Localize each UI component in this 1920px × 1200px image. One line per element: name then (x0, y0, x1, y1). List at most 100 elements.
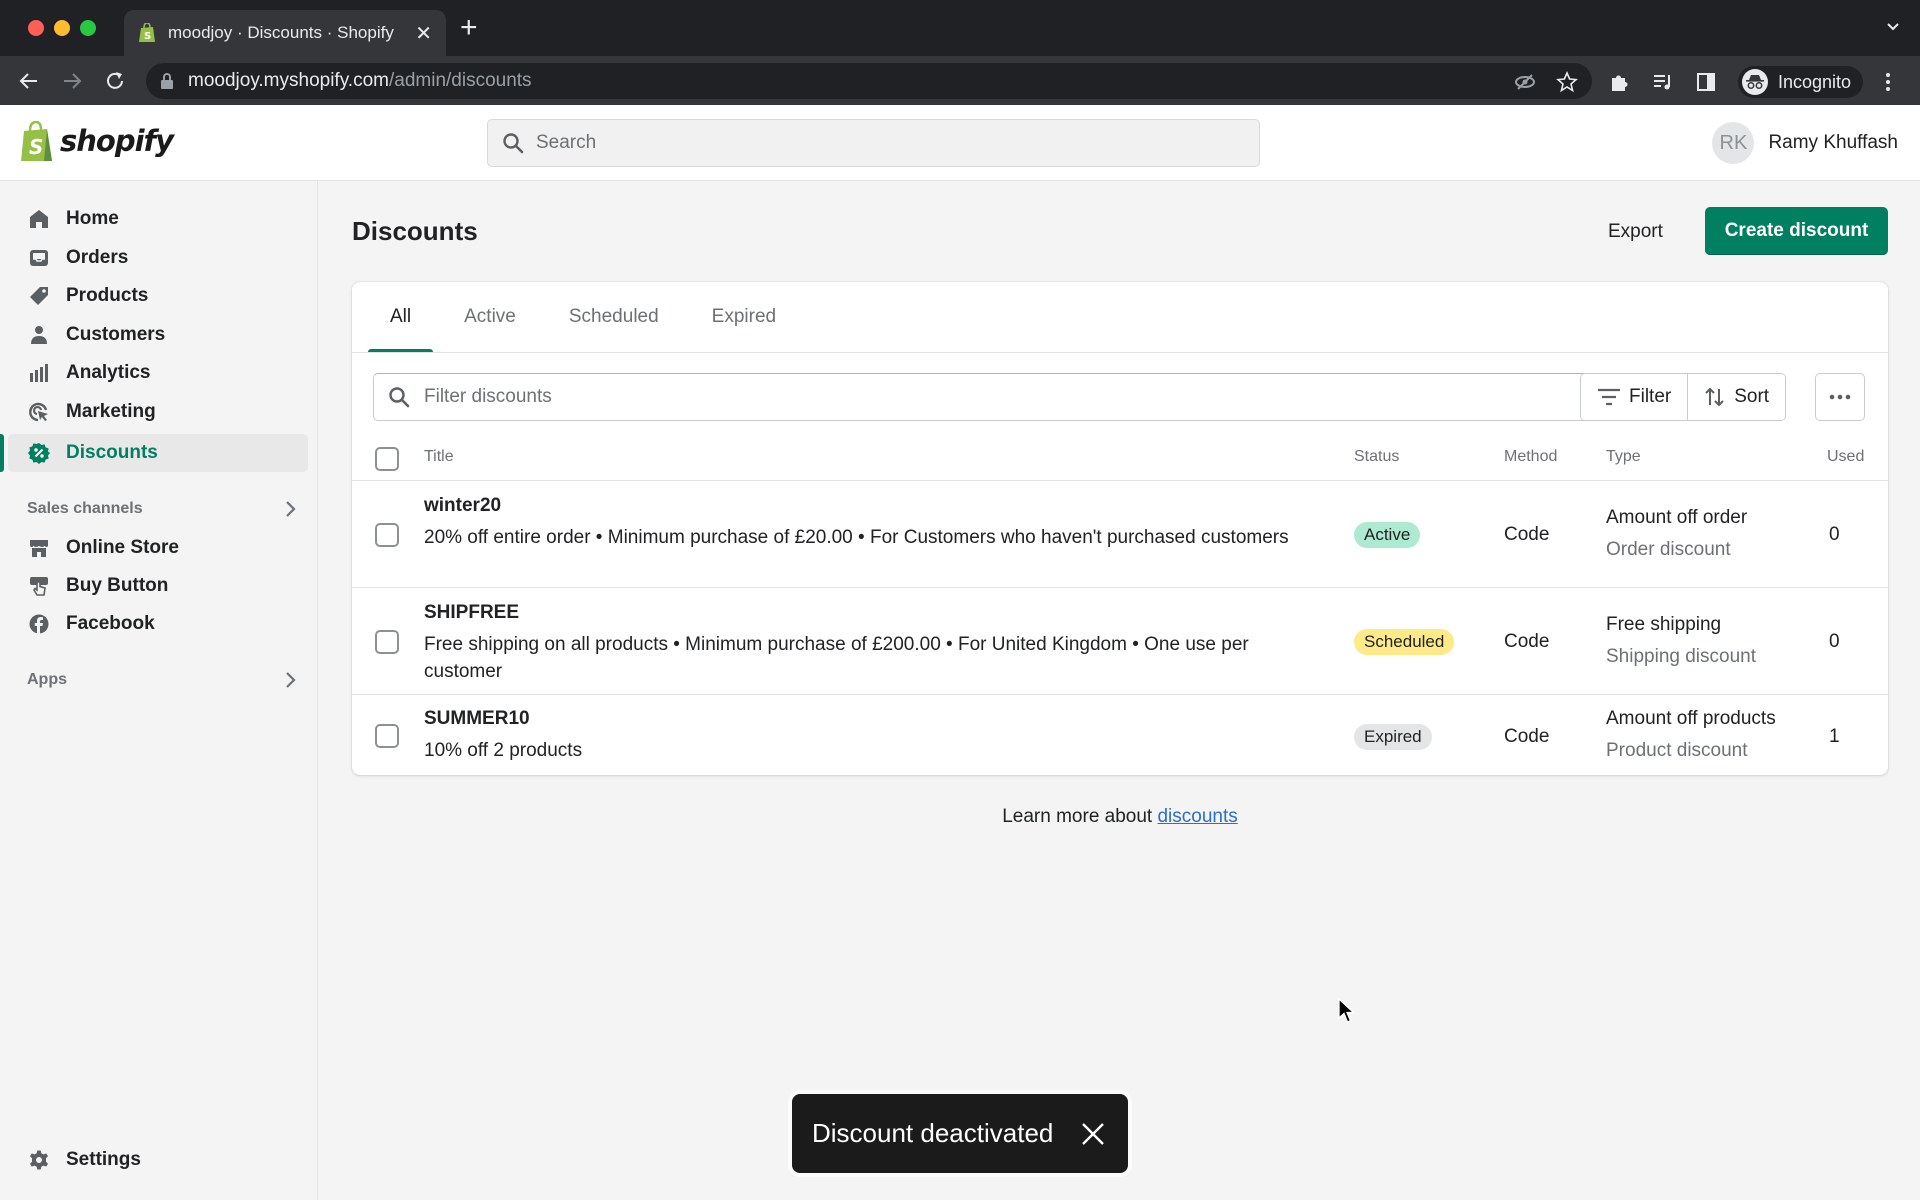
toast-close-button[interactable] (1068, 1109, 1118, 1159)
window-maximize-button[interactable] (80, 20, 96, 36)
sidebar-item-facebook[interactable]: Facebook (8, 605, 308, 643)
sort-label: Sort (1734, 386, 1770, 407)
sales-channels-header[interactable]: Sales channels (27, 500, 297, 518)
url-path: /admin/discounts (388, 70, 532, 91)
window-minimize-button[interactable] (54, 20, 70, 36)
horizontal-dots-icon (1829, 394, 1851, 400)
selected-indicator (0, 434, 4, 472)
sidebar-item-marketing[interactable]: Marketing (8, 393, 308, 431)
row-checkbox[interactable] (375, 724, 399, 748)
create-discount-button[interactable]: Create discount (1705, 207, 1888, 255)
tab-active[interactable]: Active (442, 282, 538, 352)
select-all-checkbox[interactable] (375, 447, 399, 471)
url-host: moodjoy.myshopify.com (188, 70, 389, 91)
tab-scheduled[interactable]: Scheduled (547, 282, 681, 352)
row-checkbox[interactable] (375, 523, 399, 547)
kebab-menu-icon[interactable] (1885, 71, 1891, 93)
lock-icon (161, 73, 173, 89)
new-tab-button[interactable]: + (460, 13, 478, 43)
sidebar-item-label: Buy Button (66, 575, 169, 596)
table-row[interactable]: winter20 20% off entire order • Minimum … (352, 481, 1888, 587)
sidebar-item-products[interactable]: Products (8, 277, 308, 315)
close-tab-icon[interactable]: ✕ (415, 21, 432, 46)
status-badge: Active (1354, 522, 1421, 548)
status-badge: Scheduled (1354, 629, 1455, 655)
shopify-favicon-icon: S (139, 23, 155, 42)
tab-all[interactable]: All (368, 282, 434, 352)
sidebar-item-label: Products (66, 285, 149, 306)
table-row[interactable]: SUMMER10 10% off 2 products Expired Code… (352, 695, 1888, 775)
shopify-bag-icon: S (21, 121, 52, 161)
tabs-divider (352, 352, 1888, 353)
browser-tab[interactable]: S moodjoy · Discounts · Shopify ✕ (124, 10, 446, 56)
global-search-field[interactable] (487, 119, 1260, 167)
sidebar-item-label: Facebook (66, 613, 155, 634)
tab-expired[interactable]: Expired (690, 282, 798, 352)
export-button[interactable]: Export (1592, 210, 1679, 254)
toast-notification: Discount deactivated (792, 1094, 1128, 1173)
sidebar-item-buy-button[interactable]: Buy Button (8, 567, 308, 605)
sidebar-item-home[interactable]: Home (8, 200, 308, 238)
column-header-type: Type (1606, 448, 1641, 465)
discount-method: Code (1504, 726, 1550, 747)
media-controls-icon[interactable] (1652, 71, 1674, 93)
discount-used-count: 0 (1829, 631, 1840, 652)
back-button[interactable] (16, 68, 42, 94)
svg-text:S: S (29, 135, 43, 159)
sidebar-item-online-store[interactable]: Online Store (8, 529, 308, 567)
window-close-button[interactable] (28, 20, 44, 36)
side-panel-icon[interactable] (1696, 72, 1716, 92)
filter-discounts-input[interactable] (424, 386, 1574, 408)
column-header-method: Method (1504, 448, 1558, 465)
gear-icon (28, 1149, 50, 1171)
filter-discounts-field[interactable] (373, 373, 1590, 421)
chevron-right-icon (286, 501, 296, 517)
table-row[interactable]: SHIPFREE Free shipping on all products •… (352, 588, 1888, 694)
incognito-profile-button[interactable]: Incognito (1738, 66, 1864, 98)
apps-header[interactable]: Apps (27, 671, 297, 689)
sidebar-item-settings[interactable]: Settings (8, 1141, 308, 1179)
svg-text:S: S (144, 31, 151, 42)
sidebar-item-customers[interactable]: Customers (8, 316, 308, 354)
discount-subtype: Product discount (1606, 740, 1748, 761)
sort-arrows-icon (1705, 387, 1724, 407)
sort-button[interactable]: Sort (1687, 374, 1786, 420)
user-menu[interactable]: RK Ramy Khuffash (1712, 122, 1898, 164)
store-icon (28, 537, 50, 559)
browser-tab-title: moodjoy · Discounts · Shopify (168, 23, 394, 42)
discount-title[interactable]: winter20 (424, 495, 501, 517)
discounts-card: All Active Scheduled Expired Filter Sort… (352, 282, 1888, 775)
reload-button[interactable] (102, 68, 128, 94)
chevron-right-icon (286, 672, 296, 688)
mouse-cursor-icon (1338, 998, 1356, 1023)
extensions-puzzle-icon[interactable] (1608, 71, 1630, 93)
sidebar-item-label: Orders (66, 247, 129, 268)
address-bar[interactable]: moodjoy.myshopify.com/admin/discounts (146, 63, 1592, 99)
chevron-down-icon[interactable] (1886, 20, 1900, 34)
shopify-logo[interactable]: S shopify (20, 121, 174, 161)
admin-topbar: S shopify RK Ramy Khuffash (0, 105, 1920, 181)
discounts-help-link[interactable]: discounts (1157, 806, 1237, 827)
sidebar-item-label: Home (66, 208, 119, 229)
sidebar-item-analytics[interactable]: Analytics (8, 354, 308, 392)
sidebar-item-discounts[interactable]: Discounts (8, 434, 308, 472)
discount-icon (28, 442, 50, 464)
bookmark-star-icon[interactable] (1556, 71, 1578, 93)
discount-title[interactable]: SUMMER10 (424, 708, 530, 730)
sidebar-item-label: Settings (66, 1149, 141, 1170)
forward-button[interactable] (59, 68, 85, 94)
browser-tab-strip: S moodjoy · Discounts · Shopify ✕ + (0, 0, 1920, 56)
discount-method: Code (1504, 631, 1550, 652)
discount-description: Free shipping on all products • Minimum … (424, 634, 1249, 682)
filter-sort-group: Filter Sort (1580, 373, 1787, 421)
eye-slash-icon[interactable] (1514, 71, 1536, 93)
sidebar-item-orders[interactable]: Orders (8, 239, 308, 277)
filter-button[interactable]: Filter (1581, 374, 1688, 420)
close-icon (1082, 1122, 1104, 1145)
person-icon (28, 324, 50, 346)
row-checkbox[interactable] (375, 630, 399, 654)
global-search-input[interactable] (536, 132, 1216, 154)
more-actions-button[interactable] (1815, 373, 1865, 421)
discount-title[interactable]: SHIPFREE (424, 602, 519, 624)
discount-type: Amount off products (1606, 708, 1776, 729)
